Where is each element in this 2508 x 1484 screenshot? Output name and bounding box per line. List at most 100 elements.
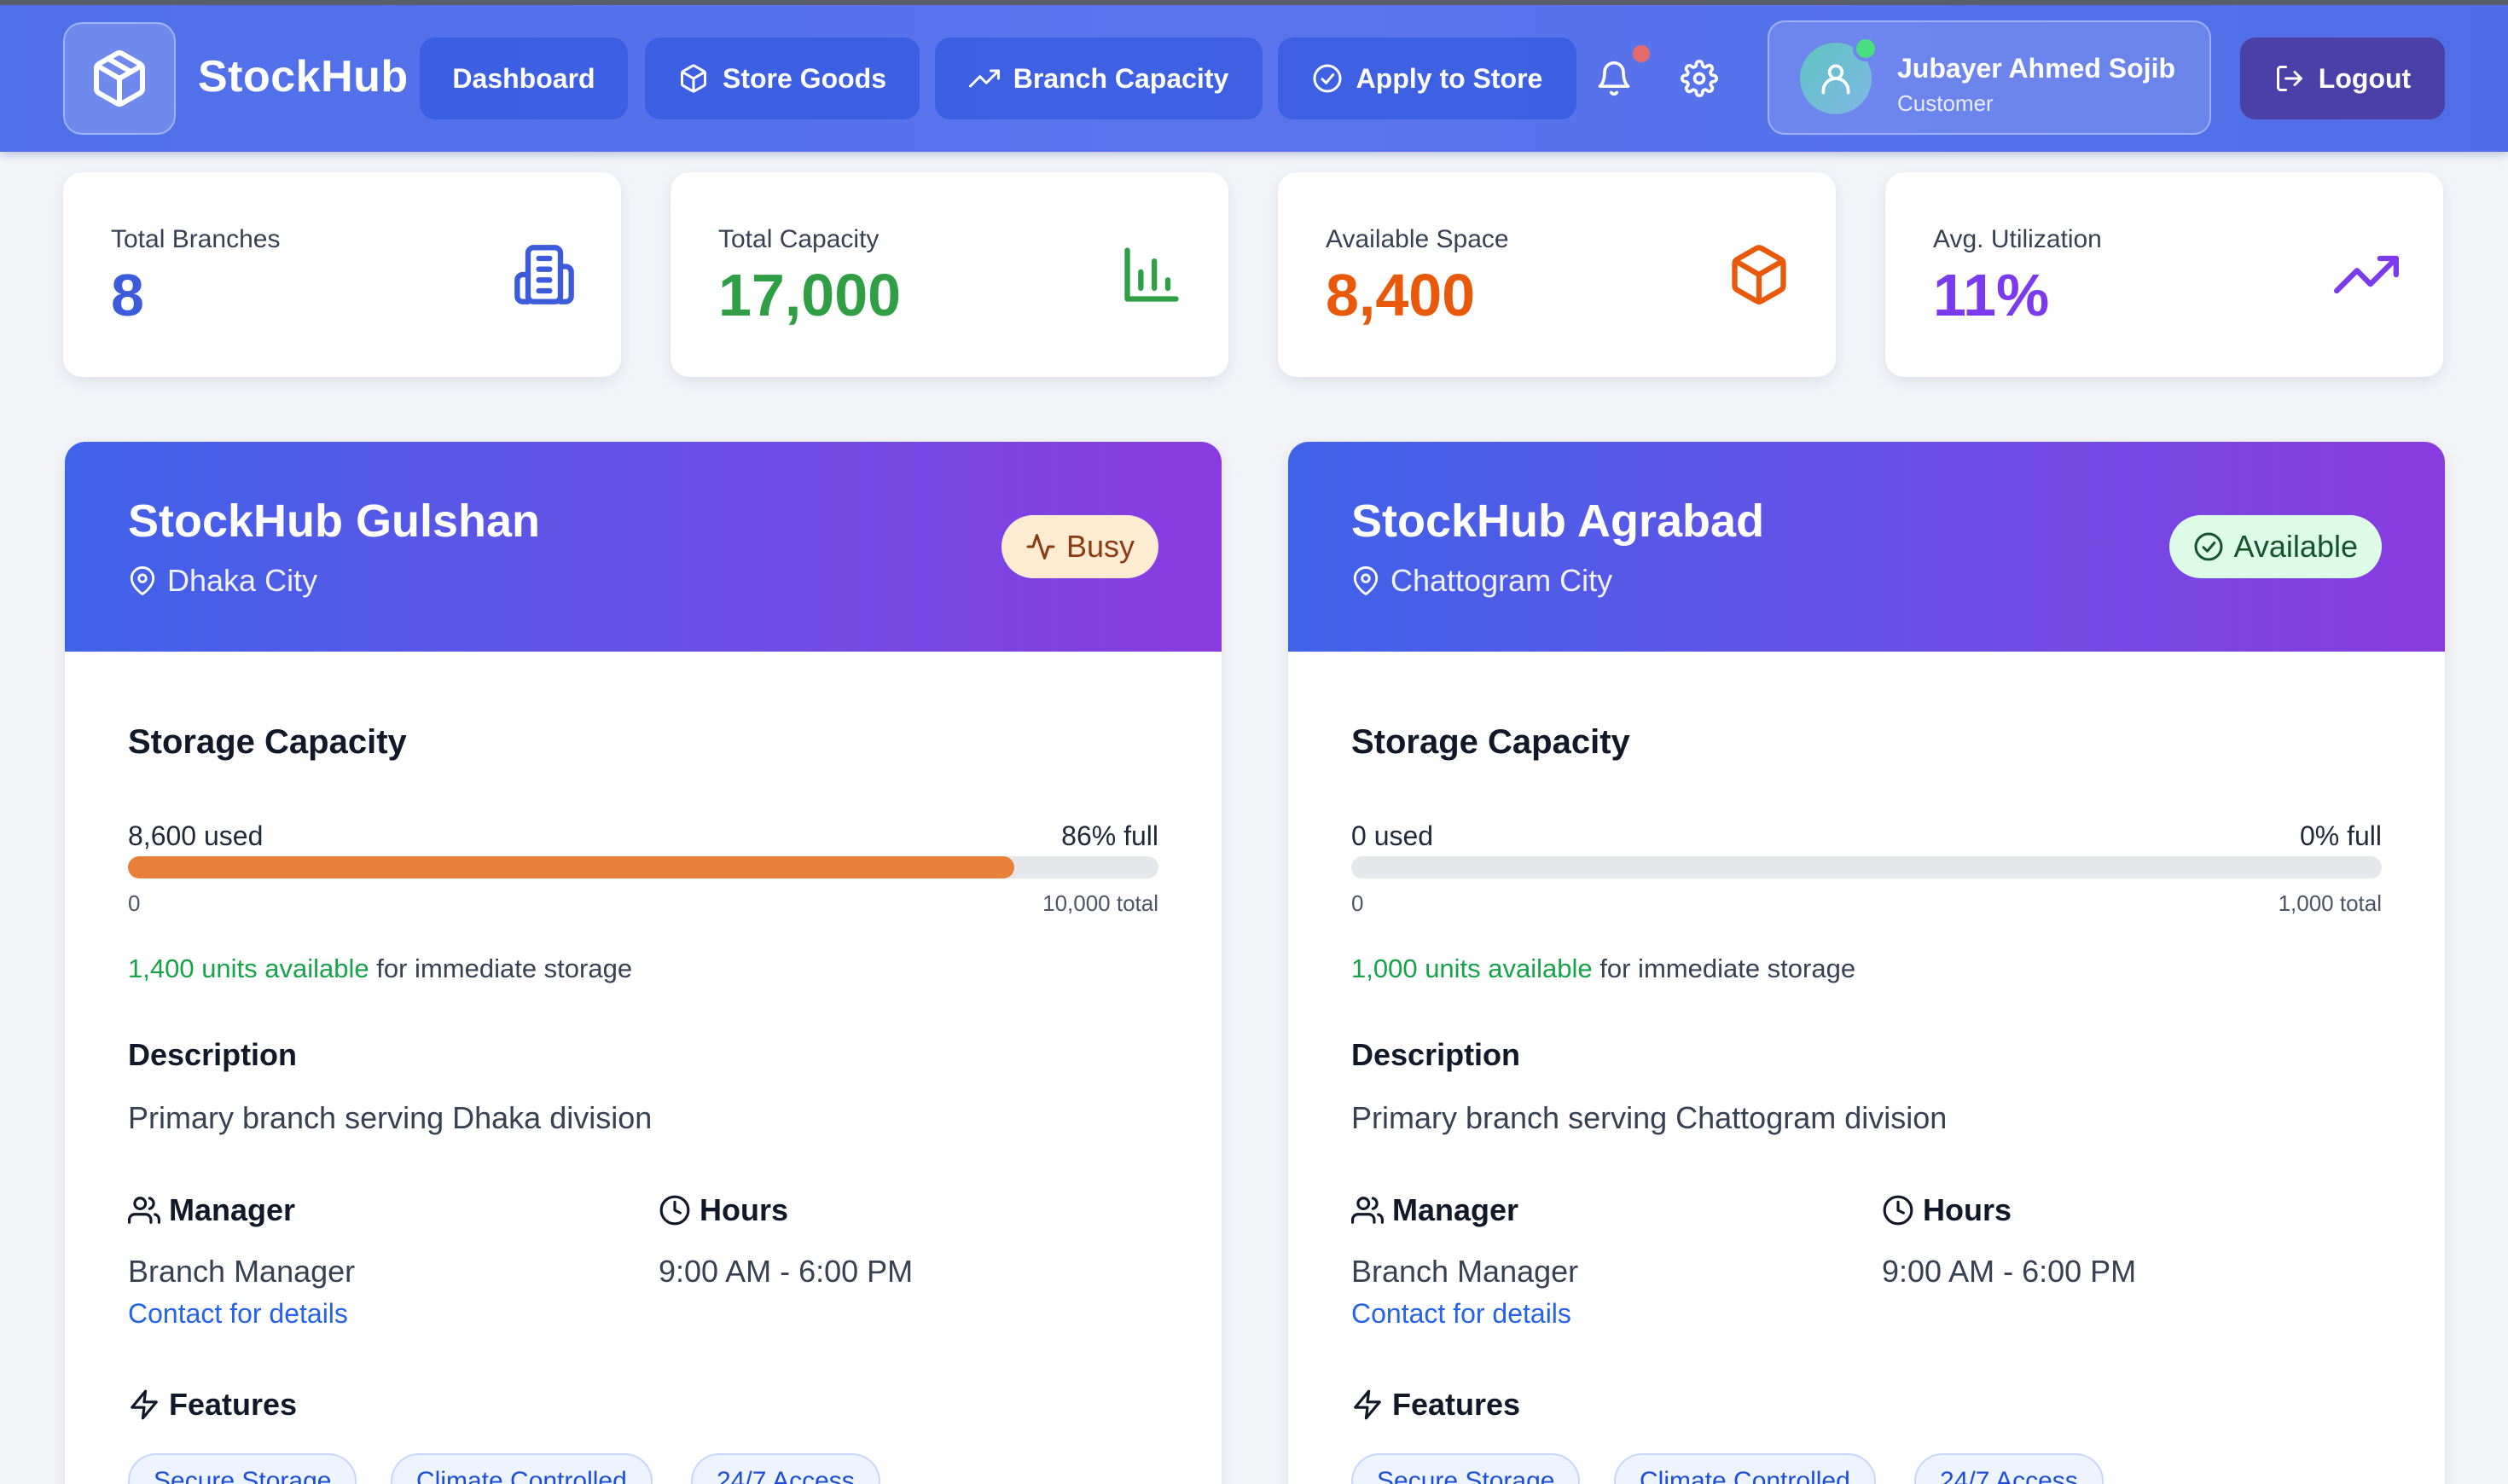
zap-icon (131, 1389, 158, 1420)
stat-card-avg-utilization: Avg. Utilization 11% (1885, 172, 2443, 377)
nav-dashboard-label: Dashboard (452, 62, 595, 94)
hours-value: 9:00 AM - 6:00 PM (1882, 1254, 2137, 1289)
available-suffix: for immediate storage (1592, 954, 1856, 983)
description-text: Primary branch serving Dhaka division (128, 1100, 653, 1135)
user-profile[interactable]: Jubayer Ahmed Sojib Customer (1768, 20, 2211, 135)
branch-location: Chattogram City (1351, 563, 1612, 599)
hours-title-label: Hours (700, 1192, 789, 1227)
hours-title-label: Hours (1923, 1192, 2012, 1227)
nav-apply-to-store-button[interactable]: Apply to Store (1278, 38, 1576, 119)
hours-title: Hours (659, 1192, 788, 1228)
feature-chip: Climate Controlled (391, 1453, 653, 1484)
percent-full: 86% full (1061, 820, 1158, 851)
status-badge-label: Available (2233, 529, 2358, 564)
stat-card-available-space: Available Space 8,400 (1278, 172, 1836, 377)
status-badge-label: Busy (1065, 529, 1135, 564)
branch-card[interactable]: StockHub Gulshan Dhaka City Busy Storage… (65, 442, 1222, 1484)
check-circle-icon (1313, 64, 1342, 93)
capacity-min: 0 (128, 890, 141, 916)
percent-full: 0% full (2299, 820, 2382, 851)
description-title: Description (1351, 1037, 1521, 1072)
capacity-min: 0 (1351, 890, 1364, 916)
nav-apply-to-store-label: Apply to Store (1356, 62, 1543, 94)
branch-header: StockHub Agrabad Chattogram City Availab… (1288, 442, 2445, 652)
stat-value: 8,400 (1326, 262, 1476, 328)
branch-name: StockHub Gulshan (128, 496, 541, 547)
capacity-total: 1,000 total (2278, 890, 2382, 916)
features-title: Features (128, 1387, 297, 1423)
gear-icon (1681, 60, 1718, 97)
available-suffix: for immediate storage (369, 954, 633, 983)
logout-icon (2276, 66, 2302, 91)
manager-title-label: Manager (169, 1192, 296, 1227)
map-pin-icon (1353, 566, 1379, 595)
settings-button[interactable] (1677, 56, 1721, 101)
logout-label: Logout (2318, 62, 2412, 94)
nav-branch-capacity-button[interactable]: Branch Capacity (935, 38, 1263, 119)
stat-label: Available Space (1326, 225, 1509, 253)
nav-branch-capacity-label: Branch Capacity (1013, 62, 1229, 94)
used-amount: 8,600 used (128, 820, 264, 851)
users-icon (128, 1197, 160, 1224)
availability-text: 1,400 units available for immediate stor… (128, 954, 632, 984)
manager-title: Manager (1351, 1192, 1518, 1228)
zap-icon (1354, 1389, 1381, 1420)
nav-dashboard-button[interactable]: Dashboard (420, 38, 628, 119)
stat-label: Total Branches (111, 225, 281, 253)
manager-value: Branch Manager (128, 1254, 356, 1289)
top-navbar: StockHub Dashboard Store Goods Branch Ca… (0, 5, 2508, 152)
status-badge: Busy (1001, 515, 1158, 578)
map-pin-icon (130, 566, 155, 595)
activity-icon (1026, 534, 1055, 559)
manager-title: Manager (128, 1192, 295, 1228)
contact-link[interactable]: Contact for details (1351, 1298, 1571, 1330)
box-icon (94, 50, 145, 107)
branch-location-text: Chattogram City (1390, 563, 1613, 598)
stat-label: Avg. Utilization (1933, 225, 2102, 253)
features-title-label: Features (1392, 1387, 1521, 1422)
capacity-progress-fill (128, 856, 1014, 878)
capacity-total: 10,000 total (1042, 890, 1158, 916)
hours-value: 9:00 AM - 6:00 PM (659, 1254, 914, 1289)
feature-chip: 24/7 Access (1914, 1453, 2104, 1484)
stat-label: Total Capacity (718, 225, 880, 253)
nav-store-goods-button[interactable]: Store Goods (645, 38, 920, 119)
notification-dot (1630, 43, 1652, 65)
online-status-dot (1853, 36, 1878, 61)
package-icon (1732, 245, 1786, 305)
description-title: Description (128, 1037, 298, 1072)
manager-value: Branch Manager (1351, 1254, 1579, 1289)
brand-name[interactable]: StockHub (198, 51, 409, 102)
bell-icon (1598, 61, 1630, 96)
package-icon (680, 64, 706, 93)
contact-link[interactable]: Contact for details (128, 1298, 348, 1330)
notifications-button[interactable] (1592, 56, 1636, 101)
availability-text: 1,000 units available for immediate stor… (1351, 954, 1855, 984)
building-icon (514, 245, 574, 304)
branch-card[interactable]: StockHub Agrabad Chattogram City Availab… (1288, 442, 2445, 1484)
used-amount: 0 used (1351, 820, 1434, 851)
user-name: Jubayer Ahmed Sojib (1897, 53, 2175, 84)
storage-capacity-title: Storage Capacity (128, 723, 407, 761)
stat-card-total-capacity: Total Capacity 17,000 (671, 172, 1228, 377)
branch-location: Dhaka City (128, 563, 317, 599)
feature-chip: 24/7 Access (691, 1453, 880, 1484)
branch-header: StockHub Gulshan Dhaka City Busy (65, 442, 1222, 652)
capacity-progress-bar (1351, 856, 2382, 878)
manager-title-label: Manager (1392, 1192, 1519, 1227)
status-badge: Available (2168, 515, 2382, 578)
features-title-label: Features (169, 1387, 298, 1422)
logout-button[interactable]: Logout (2240, 38, 2445, 119)
logo-box[interactable] (63, 22, 176, 135)
hours-title: Hours (1882, 1192, 2012, 1228)
stat-value: 11% (1933, 262, 2050, 328)
bar-chart-icon (1124, 247, 1179, 302)
description-text: Primary branch serving Chattogram divisi… (1351, 1100, 1948, 1135)
users-icon (1351, 1197, 1384, 1224)
branch-name: StockHub Agrabad (1351, 496, 1765, 547)
stat-value: 8 (111, 262, 144, 328)
trending-up-icon (2334, 255, 2399, 294)
check-circle-icon (2194, 532, 2223, 561)
feature-chip: Secure Storage (128, 1453, 357, 1484)
branch-location-text: Dhaka City (167, 563, 318, 598)
